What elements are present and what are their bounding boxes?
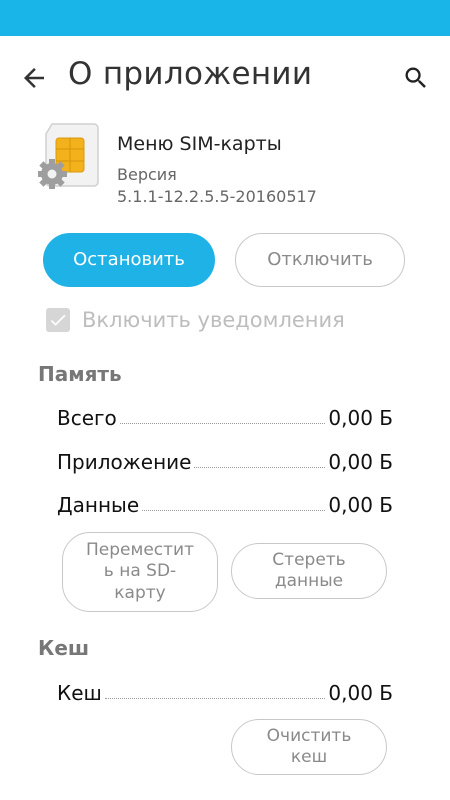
app-bar: О приложении: [0, 36, 450, 120]
page-title: О приложении: [68, 56, 313, 92]
cache-row: Кеш 0,00 Б: [57, 677, 393, 705]
arrow-back-icon: [24, 68, 44, 88]
search-button[interactable]: [396, 58, 436, 98]
storage-row-label: Всего: [57, 406, 117, 430]
cache-row-label: Кеш: [57, 681, 102, 705]
search-icon: [405, 67, 426, 88]
notifications-checkbox[interactable]: [46, 308, 70, 332]
storage-row-data: Данные 0,00 Б: [57, 489, 393, 517]
storage-row-label: Данные: [57, 493, 140, 517]
notifications-checkbox-row[interactable]: Включить уведомления: [46, 308, 345, 332]
sim-card-gear-icon: [37, 122, 102, 192]
move-to-sd-button[interactable]: Переместит ь на SD- карту: [62, 532, 218, 612]
dotted-leader: [119, 423, 326, 424]
storage-row-value: 0,00 Б: [328, 406, 393, 430]
storage-row-app: Приложение 0,00 Б: [57, 446, 393, 474]
stop-button[interactable]: Остановить: [43, 233, 215, 287]
dotted-leader: [194, 467, 326, 468]
clear-data-button[interactable]: Стереть данные: [231, 543, 387, 599]
app-version-label: Версия: [117, 165, 177, 184]
disable-button[interactable]: Отключить: [235, 233, 405, 287]
app-version-value: 5.1.1-12.2.5.5-20160517: [117, 187, 317, 206]
cache-row-value: 0,00 Б: [328, 681, 393, 705]
storage-row-total: Всего 0,00 Б: [57, 402, 393, 430]
dotted-leader: [142, 510, 326, 511]
checkmark-icon: [50, 314, 66, 326]
notifications-label: Включить уведомления: [82, 308, 345, 332]
storage-row-value: 0,00 Б: [328, 450, 393, 474]
dotted-leader: [104, 698, 326, 699]
app-name: Меню SIM-карты: [117, 133, 282, 155]
storage-row-label: Приложение: [57, 450, 192, 474]
storage-header: Память: [38, 362, 122, 386]
cache-header: Кеш: [38, 636, 90, 660]
clear-cache-button[interactable]: Очистить кеш: [231, 719, 387, 775]
status-bar: [0, 0, 450, 36]
storage-row-value: 0,00 Б: [328, 493, 393, 517]
back-button[interactable]: [14, 58, 54, 98]
